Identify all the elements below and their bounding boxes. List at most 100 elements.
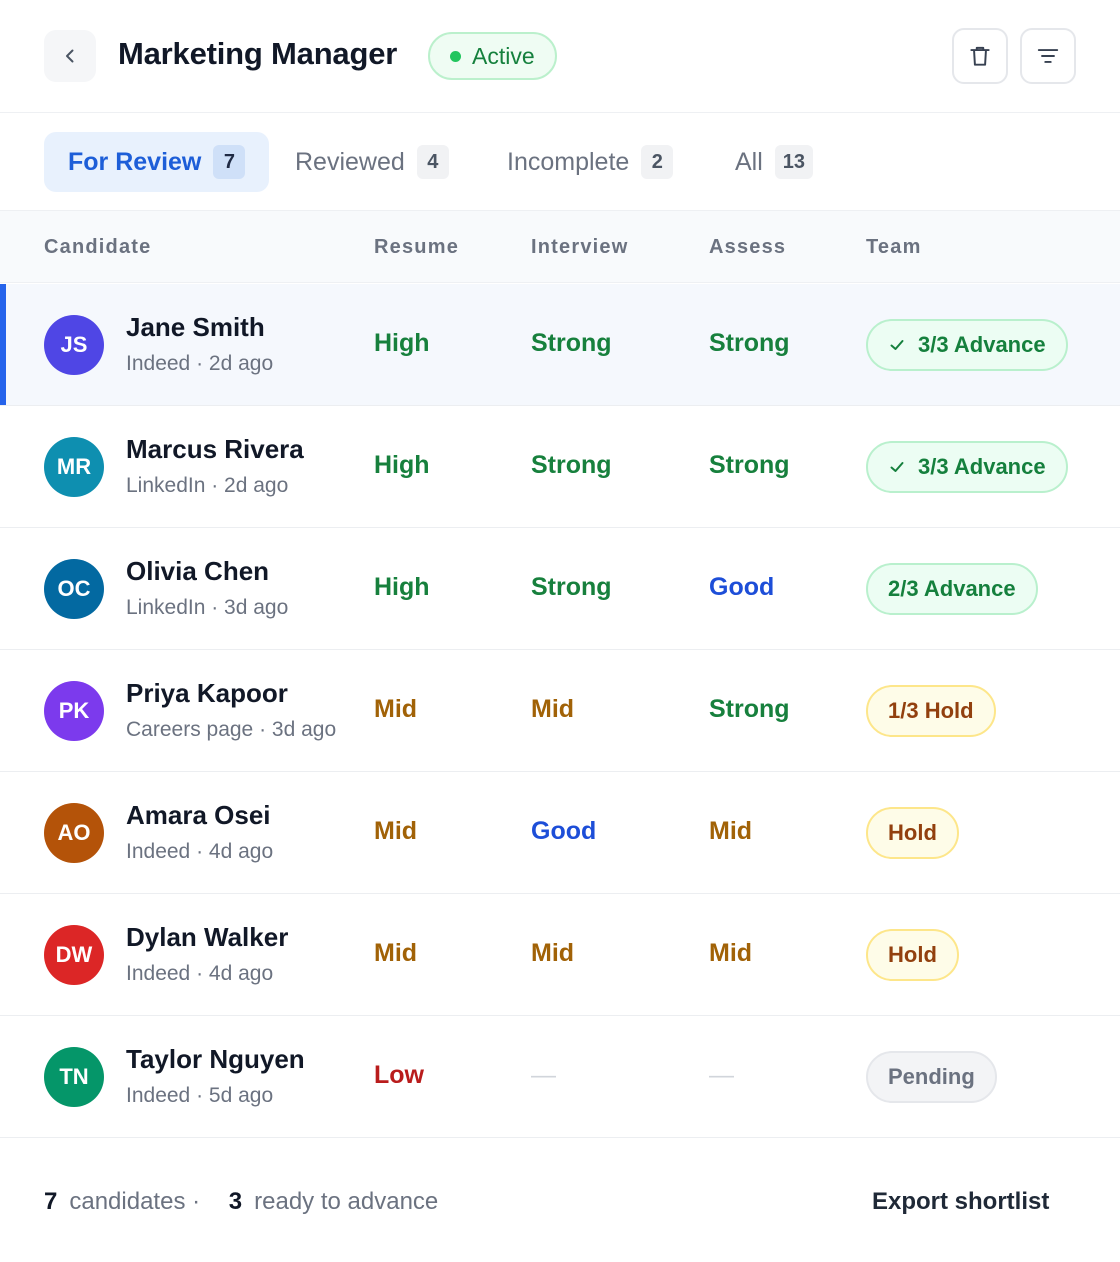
interview-score: Good [531, 817, 597, 845]
candidate-name[interactable]: Olivia Chen [126, 556, 269, 587]
status-label: Active [472, 42, 535, 69]
candidate-source: Careers page · 3d ago [126, 718, 337, 741]
team-decision-badge: Hold [866, 807, 959, 859]
tab-for-review[interactable]: For Review 7 [44, 132, 270, 192]
tab-label: Reviewed [295, 147, 405, 176]
column-resume[interactable]: Resume [374, 236, 459, 259]
candidate-source: Indeed · 4d ago [126, 840, 274, 863]
team-decision-label: 3/3 Advance [918, 454, 1046, 479]
check-icon [888, 458, 906, 476]
export-shortlist-button[interactable]: Export shortlist [872, 1188, 1049, 1216]
candidate-source: Indeed · 5d ago [126, 1084, 274, 1107]
assess-score: Mid [709, 817, 753, 845]
candidate-source: LinkedIn · 3d ago [126, 596, 289, 619]
resume-score: Low [374, 1061, 424, 1089]
table-row[interactable]: PK Priya Kapoor Careers page · 3d ago Mid Mi… [0, 650, 1120, 772]
assess-score: Strong [709, 329, 790, 357]
team-decision-label: 2/3 Advance [888, 576, 1016, 601]
filter-button[interactable] [1020, 28, 1076, 84]
page-header: Marketing Manager Active [0, 0, 1120, 113]
assess-score: — [709, 1061, 734, 1089]
table-row[interactable]: OC Olivia Chen LinkedIn · 3d ago High Strong… [0, 528, 1120, 650]
table-row[interactable]: DW Dylan Walker Indeed · 4d ago Mid Mid Mid Ho… [0, 894, 1120, 1016]
tab-label: Incomplete [507, 147, 630, 176]
interview-score: Strong [531, 329, 612, 357]
team-decision-badge: Pending [866, 1051, 997, 1103]
resume-score: Mid [374, 817, 418, 845]
candidate-name[interactable]: Marcus Rivera [126, 434, 304, 465]
table-header: Candidate Resume Interview Assess Team [0, 211, 1120, 283]
tab-label: For Review [68, 147, 202, 176]
candidate-count: 7 [44, 1188, 58, 1215]
tab-label: All [735, 147, 763, 176]
resume-score: Mid [374, 695, 418, 723]
candidate-name[interactable]: Priya Kapoor [126, 678, 288, 709]
ready-count-label: ready to advance [254, 1188, 439, 1215]
assess-score: Strong [709, 695, 790, 723]
trash-icon [970, 46, 990, 66]
table-row[interactable]: MR Marcus Rivera LinkedIn · 2d ago High Stro… [0, 406, 1120, 528]
tab-count-badge: 4 [416, 145, 449, 179]
team-decision-badge: 3/3 Advance [866, 319, 1068, 371]
tab-count-badge: 13 [774, 145, 814, 179]
candidate-name[interactable]: Jane Smith [126, 312, 265, 343]
table-row[interactable]: TN Taylor Nguyen Indeed · 5d ago Low — — Pendi… [0, 1016, 1120, 1138]
tab-all[interactable]: All 13 [735, 132, 814, 192]
status-badge: Active [428, 32, 557, 80]
team-decision-badge: 1/3 Hold [866, 685, 996, 737]
interview-score: — [531, 1061, 556, 1089]
team-decision-label: Hold [888, 942, 937, 967]
candidate-source: Indeed · 2d ago [126, 352, 274, 375]
team-decision-label: Hold [888, 820, 937, 845]
column-interview[interactable]: Interview [531, 236, 629, 259]
team-decision-label: 3/3 Advance [918, 332, 1046, 357]
candidate-count-label: candidates · [69, 1188, 201, 1215]
assess-score: Mid [709, 939, 753, 967]
column-candidate[interactable]: Candidate [44, 236, 151, 259]
delete-button[interactable] [952, 28, 1008, 84]
candidate-source: LinkedIn · 2d ago [126, 474, 289, 497]
interview-score: Mid [531, 695, 575, 723]
column-team[interactable]: Team [866, 236, 922, 259]
interview-score: Mid [531, 939, 575, 967]
team-decision-label: Pending [888, 1064, 975, 1089]
tab-count-badge: 2 [641, 145, 674, 179]
chevron-left-icon [66, 49, 74, 63]
avatar: AO [44, 803, 104, 863]
avatar: TN [44, 1047, 104, 1107]
column-assess[interactable]: Assess [709, 236, 786, 259]
interview-score: Strong [531, 573, 612, 601]
avatar: MR [44, 437, 104, 497]
assess-score: Strong [709, 451, 790, 479]
avatar: JS [44, 315, 104, 375]
avatar: DW [44, 925, 104, 985]
ready-count: 3 [228, 1188, 243, 1215]
tab-reviewed[interactable]: Reviewed 4 [295, 132, 449, 192]
team-decision-badge: 2/3 Advance [866, 563, 1038, 615]
candidate-name[interactable]: Dylan Walker [126, 922, 288, 953]
page-title: Marketing Manager [118, 36, 398, 71]
footer-summary: 7 candidates · 3 ready to advance [44, 1188, 438, 1216]
tab-incomplete[interactable]: Incomplete 2 [507, 132, 674, 192]
table-row[interactable]: JS Jane Smith Indeed · 2d ago High Strong Str… [0, 284, 1120, 406]
candidate-name[interactable]: Amara Osei [126, 800, 271, 831]
team-decision-badge: Hold [866, 929, 959, 981]
team-decision-label: 1/3 Hold [888, 698, 974, 723]
resume-score: Mid [374, 939, 418, 967]
interview-score: Strong [531, 451, 612, 479]
table-row[interactable]: AO Amara Osei Indeed · 4d ago Mid Good Mid Hol… [0, 772, 1120, 894]
resume-score: High [374, 451, 430, 479]
avatar: OC [44, 559, 104, 619]
team-decision-badge: 3/3 Advance [866, 441, 1068, 493]
table-footer: 7 candidates · 3 ready to advance Export s… [0, 1142, 1120, 1262]
resume-score: High [374, 573, 430, 601]
assess-score: Good [709, 573, 775, 601]
check-icon [888, 336, 906, 354]
back-button[interactable] [44, 30, 96, 82]
candidate-name[interactable]: Taylor Nguyen [126, 1044, 305, 1075]
selected-row-indicator [0, 284, 6, 405]
tab-count-badge: 7 [213, 145, 246, 179]
filter-icon [1037, 49, 1059, 63]
avatar: PK [44, 681, 104, 741]
resume-score: High [374, 329, 430, 357]
